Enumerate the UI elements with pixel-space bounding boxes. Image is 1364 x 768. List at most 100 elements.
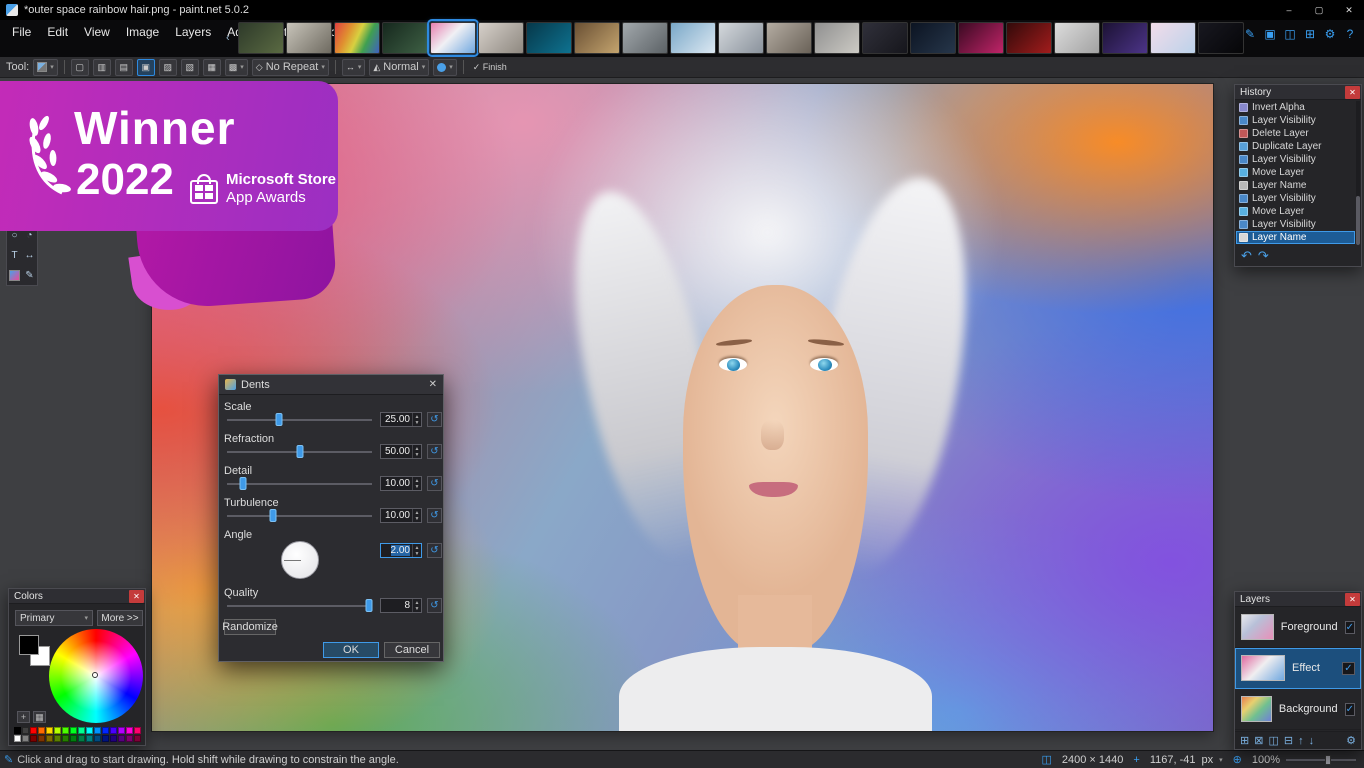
image-thumbnail-active[interactable]: [430, 22, 476, 54]
layers-panel-title-bar[interactable]: Layers ✕: [1235, 592, 1361, 607]
palette-swatch[interactable]: [22, 727, 29, 734]
image-thumbnail[interactable]: [286, 22, 332, 54]
history-item[interactable]: Layer Name: [1236, 179, 1355, 192]
palette-swatch[interactable]: [14, 727, 21, 734]
cancel-button[interactable]: Cancel: [384, 642, 440, 658]
palette-swatch[interactable]: [46, 735, 53, 742]
image-thumbnail[interactable]: [670, 22, 716, 54]
undo-icon[interactable]: ↶: [1241, 248, 1252, 264]
layer-row-foreground[interactable]: Foreground ✓: [1235, 607, 1361, 648]
palette-swatch[interactable]: [78, 735, 85, 742]
history-item-selected[interactable]: Layer Name: [1236, 231, 1355, 244]
brush-style-button-4-active[interactable]: ▣: [137, 59, 155, 76]
menu-view[interactable]: View: [76, 20, 118, 44]
menu-image[interactable]: Image: [118, 20, 167, 44]
history-item[interactable]: Move Layer: [1236, 205, 1355, 218]
palette-swatch[interactable]: [78, 727, 85, 734]
antialiasing-dropdown[interactable]: ▾: [433, 59, 457, 76]
detail-slider[interactable]: [227, 477, 372, 490]
image-thumbnail[interactable]: [1006, 22, 1052, 54]
image-thumbnail[interactable]: [526, 22, 572, 54]
settings-gear-icon[interactable]: ⚙: [1322, 26, 1338, 42]
ok-button[interactable]: OK: [323, 642, 379, 658]
turbulence-input[interactable]: 10.00▲▼: [380, 508, 422, 523]
copy-icon[interactable]: ◫: [1282, 26, 1298, 42]
angle-reset-button[interactable]: ↺: [427, 543, 442, 558]
spinner-arrows[interactable]: ▲▼: [412, 445, 421, 458]
palette-swatch[interactable]: [126, 735, 133, 742]
layer-row-effect-selected[interactable]: Effect ✓: [1235, 648, 1361, 689]
image-thumbnail[interactable]: [382, 22, 428, 54]
layers-close-icon[interactable]: ✕: [1345, 593, 1360, 606]
quality-input[interactable]: 8▲▼: [380, 598, 422, 613]
turbulence-reset-button[interactable]: ↺: [427, 508, 442, 523]
palette-swatch[interactable]: [134, 735, 141, 742]
zoom-value[interactable]: 100%: [1252, 754, 1280, 766]
palette-swatch[interactable]: [94, 735, 101, 742]
randomize-button[interactable]: Randomize: [224, 619, 276, 635]
close-button[interactable]: ✕: [1334, 0, 1364, 20]
spinner-arrows[interactable]: ▲▼: [412, 599, 421, 612]
layer-visible-checkbox[interactable]: ✓: [1345, 703, 1355, 716]
palette-swatch[interactable]: [54, 727, 61, 734]
move-layer-down-icon[interactable]: ↓: [1309, 735, 1315, 747]
brush-style-button-6[interactable]: ▧: [181, 59, 199, 76]
menu-file[interactable]: File: [4, 20, 39, 44]
palette-swatch[interactable]: [126, 727, 133, 734]
image-thumbnail[interactable]: [910, 22, 956, 54]
redo-icon[interactable]: ↷: [1258, 248, 1269, 264]
palette-swatch[interactable]: [110, 735, 117, 742]
colors-close-icon[interactable]: ✕: [129, 590, 144, 603]
image-thumbnail[interactable]: [1102, 22, 1148, 54]
color-target-dropdown[interactable]: Primary ▾: [15, 610, 93, 626]
quality-slider-thumb[interactable]: [366, 599, 373, 612]
scale-input[interactable]: 25.00▲▼: [380, 412, 422, 427]
menu-edit[interactable]: Edit: [39, 20, 76, 44]
palette-menu-icon[interactable]: ▦: [33, 711, 46, 723]
scale-slider[interactable]: [227, 413, 372, 426]
palette-swatch[interactable]: [14, 735, 21, 742]
gradient-tool-icon[interactable]: [7, 265, 22, 285]
history-item[interactable]: Invert Alpha: [1236, 101, 1355, 114]
image-thumbnail[interactable]: [334, 22, 380, 54]
menu-layers[interactable]: Layers: [167, 20, 219, 44]
tool-selector-button[interactable]: ▾: [33, 59, 58, 76]
refraction-slider-thumb[interactable]: [296, 445, 303, 458]
spinner-arrows[interactable]: ▲▼: [412, 413, 421, 426]
layer-row-background[interactable]: Background ✓: [1235, 689, 1361, 730]
palette-swatch[interactable]: [102, 727, 109, 734]
palette-swatch[interactable]: [62, 735, 69, 742]
grid-icon[interactable]: ⊞: [1302, 26, 1318, 42]
fill-style-dropdown[interactable]: ▩▾: [225, 59, 248, 76]
detail-input[interactable]: 10.00▲▼: [380, 476, 422, 491]
zoom-slider[interactable]: [1286, 754, 1356, 766]
finish-button[interactable]: ✓ Finish: [470, 59, 510, 76]
brush-width-control[interactable]: ↔▾: [342, 59, 366, 76]
history-item[interactable]: Duplicate Layer: [1236, 140, 1355, 153]
palette-swatch[interactable]: [30, 735, 37, 742]
history-scrollbar[interactable]: [1356, 101, 1360, 245]
spinner-arrows[interactable]: ▲▼: [412, 477, 421, 490]
unit-dropdown[interactable]: px: [1202, 754, 1214, 766]
image-thumbnail[interactable]: [766, 22, 812, 54]
brush-style-button-7[interactable]: ▦: [203, 59, 221, 76]
image-thumbnail[interactable]: [238, 22, 284, 54]
refraction-slider[interactable]: [227, 445, 372, 458]
blend-mode-dropdown[interactable]: ◭ Normal ▾: [369, 59, 429, 76]
color-wheel-marker[interactable]: [92, 672, 98, 678]
palette-swatch[interactable]: [46, 727, 53, 734]
help-icon[interactable]: ?: [1342, 26, 1358, 42]
refraction-reset-button[interactable]: ↺: [427, 444, 442, 459]
image-thumbnail[interactable]: [862, 22, 908, 54]
palette-swatch[interactable]: [86, 735, 93, 742]
palette-swatch[interactable]: [94, 727, 101, 734]
history-item[interactable]: Layer Visibility: [1236, 153, 1355, 166]
palette-swatch[interactable]: [22, 735, 29, 742]
layer-visible-checkbox[interactable]: ✓: [1345, 621, 1355, 634]
dialog-close-icon[interactable]: ✕: [429, 379, 437, 390]
move-layer-up-icon[interactable]: ↑: [1298, 735, 1304, 747]
palette-swatch[interactable]: [102, 735, 109, 742]
palette-swatch[interactable]: [38, 727, 45, 734]
palette-swatch[interactable]: [118, 735, 125, 742]
text-tool-icon[interactable]: T: [7, 245, 22, 265]
